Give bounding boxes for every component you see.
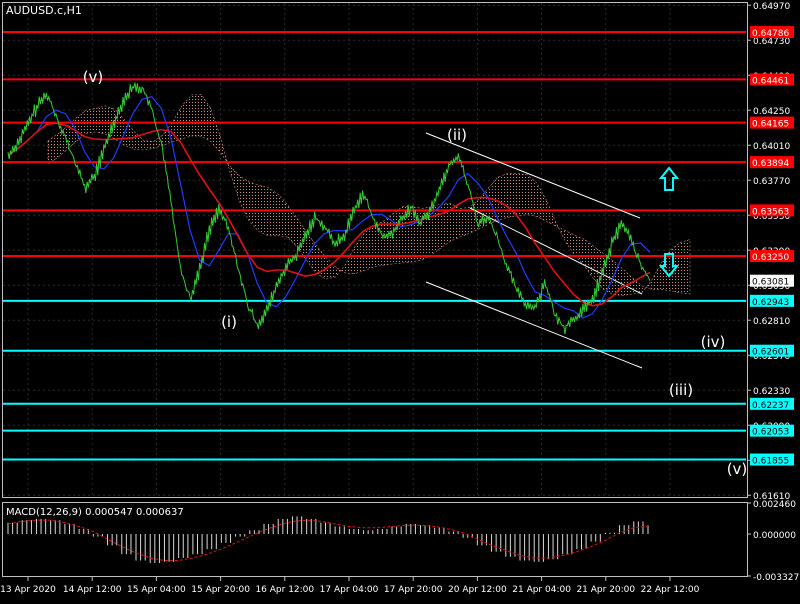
price-chart[interactable]: (v)(i)(ii)(iv)(iii)(v) 0.649700.647300.6… — [0, 0, 800, 600]
level-tag-label: 0.64786 — [752, 29, 789, 39]
macd-tick-label: 0.002460 — [753, 500, 796, 510]
chart-window: (v) (i) (ii) (iv) (iii) (v) 0.64970 0.64730 0.6… — [0, 0, 800, 600]
level-tag-label: 0.63250 — [752, 253, 789, 263]
price-tick-label: 0.62330 — [753, 387, 790, 397]
price-tick-label: 0.64010 — [753, 142, 790, 152]
time-tick-label: 14 Apr 12:00 — [63, 585, 122, 595]
price-tick-label: 0.64970 — [753, 2, 790, 12]
time-tick-label: 17 Apr 04:00 — [320, 585, 379, 595]
time-tick-label: 13 Apr 2020 — [0, 585, 56, 595]
level-tag-label: 0.63563 — [752, 207, 789, 217]
wave-label: (v) — [727, 460, 748, 478]
price-tick-label: 0.64250 — [753, 107, 790, 117]
time-tick-label: 17 Apr 20:00 — [384, 585, 443, 595]
level-tag-label: 0.64461 — [752, 76, 789, 86]
level-tag-label: 0.62601 — [752, 348, 789, 358]
wave-label: (i) — [221, 313, 237, 331]
macd-label: MACD(12,26,9) 0.000547 0.000637 — [6, 507, 184, 518]
time-tick-label: 21 Apr 04:00 — [512, 585, 571, 595]
level-tag-label: 0.62053 — [752, 428, 789, 438]
level-tag-label: 0.64165 — [752, 120, 789, 130]
macd-tick-label: 0.000000 — [753, 531, 796, 541]
level-tag-label: 0.62943 — [752, 298, 789, 308]
time-tick-label: 15 Apr 20:00 — [191, 585, 250, 595]
current-price-label: 0.63081 — [752, 278, 789, 288]
time-tick-label: 15 Apr 04:00 — [127, 585, 186, 595]
wave-label: (iii) — [669, 381, 693, 399]
wave-label: (iv) — [701, 333, 726, 351]
wave-label: (ii) — [447, 126, 467, 144]
time-tick-label: 16 Apr 12:00 — [255, 585, 314, 595]
wave-label: (v) — [83, 68, 104, 86]
level-tag-label: 0.61855 — [752, 457, 789, 467]
level-tag-label: 0.62237 — [752, 401, 789, 411]
chart-title: AUDUSD.c,H1 — [6, 4, 82, 17]
time-tick-label: 21 Apr 20:00 — [576, 585, 635, 595]
time-tick-label: 22 Apr 12:00 — [641, 585, 700, 595]
price-tick-label: 0.63770 — [753, 177, 790, 187]
time-tick-label: 20 Apr 12:00 — [448, 585, 507, 595]
price-tick-label: 0.62810 — [753, 317, 790, 327]
level-tag-label: 0.63894 — [752, 159, 789, 169]
macd-tick-label: -0.003327 — [753, 573, 799, 583]
